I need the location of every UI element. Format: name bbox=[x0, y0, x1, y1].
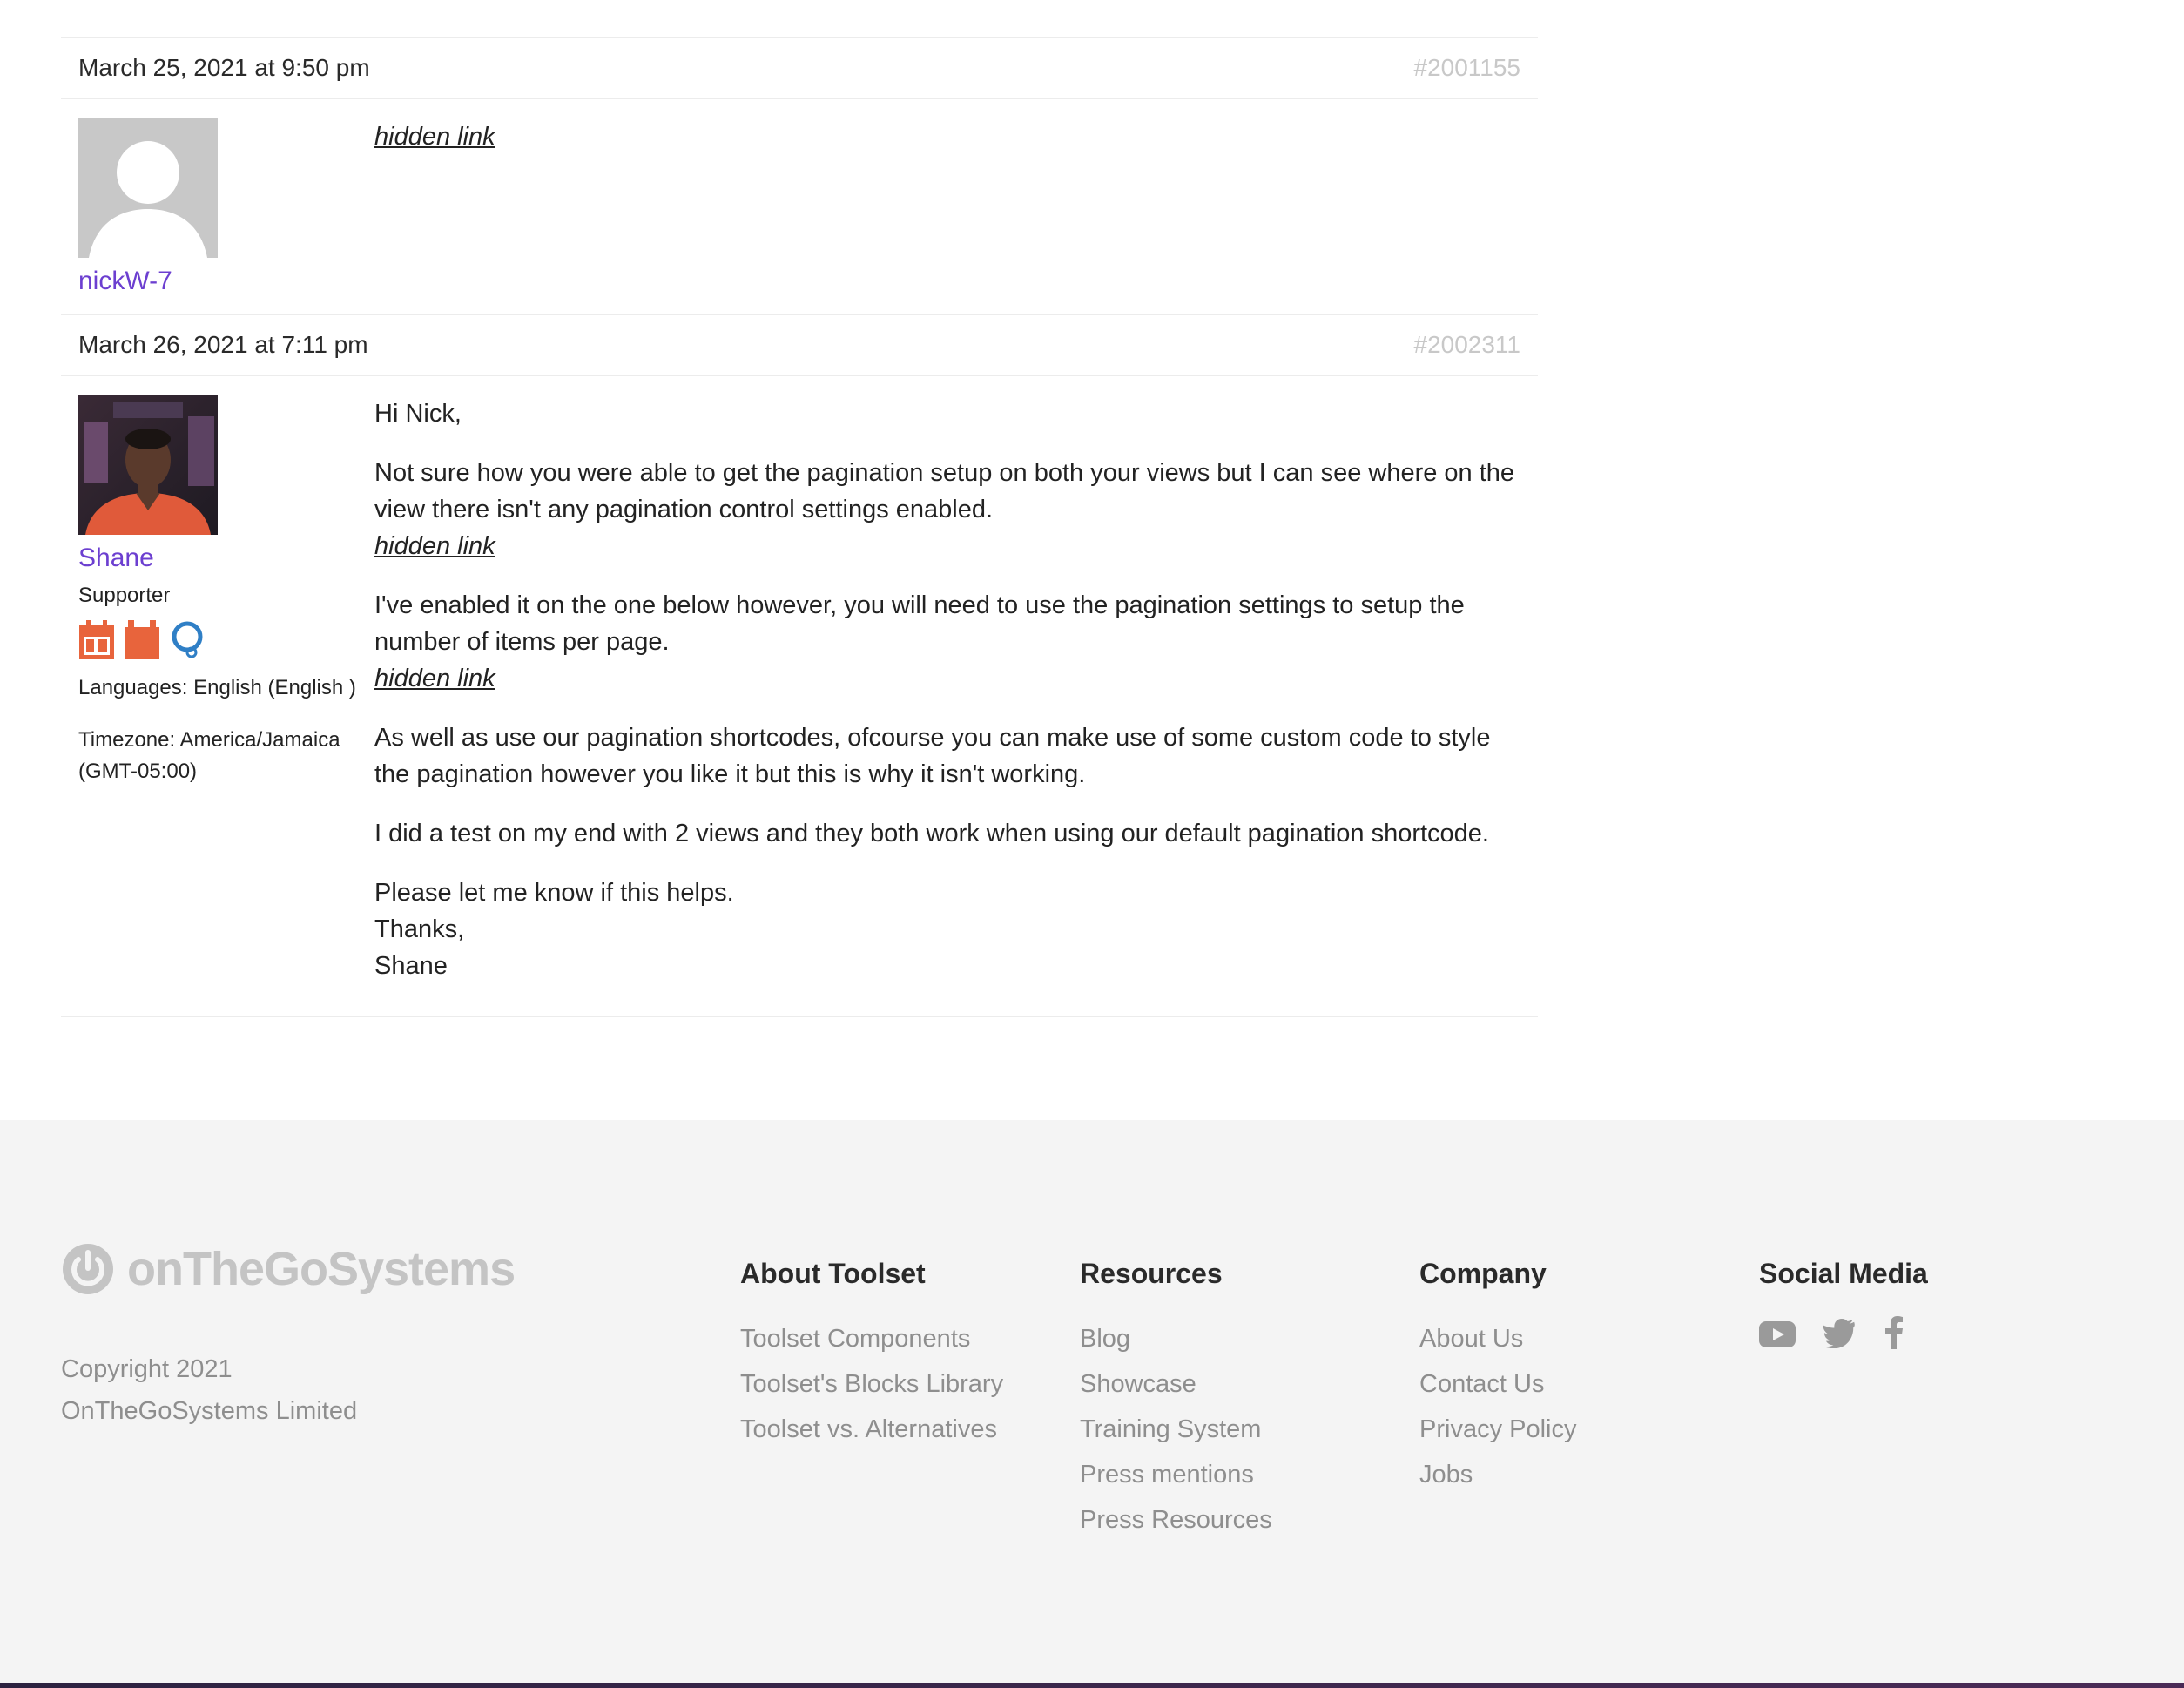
post-paragraph: Not sure how you were able to get the pa… bbox=[374, 455, 1520, 564]
post-paragraph: I've enabled it on the one below however… bbox=[374, 587, 1520, 697]
hidden-link[interactable]: hidden link bbox=[374, 665, 495, 692]
footer-link-blog[interactable]: Blog bbox=[1080, 1316, 1272, 1361]
site-footer: onTheGoSystems Copyright 2021 OnTheGoSys… bbox=[0, 1120, 2184, 1688]
footer-column-about: About Toolset Toolset Components Toolset… bbox=[740, 1258, 1003, 1452]
post-header: March 25, 2021 at 9:50 pm #2001155 bbox=[61, 37, 1538, 99]
post: March 25, 2021 at 9:50 pm #2001155 nickW… bbox=[61, 37, 1538, 314]
forum-thread: March 25, 2021 at 9:50 pm #2001155 nickW… bbox=[61, 37, 1538, 1017]
author-role: Supporter bbox=[78, 584, 171, 607]
post-paragraph: Hi Nick, bbox=[374, 395, 1520, 432]
post-body: nickW-7 hidden link bbox=[61, 99, 1538, 314]
author-languages: Languages: English (English ) bbox=[78, 676, 356, 699]
calendar-full-badge-icon bbox=[125, 620, 159, 659]
hidden-link[interactable]: hidden link bbox=[374, 532, 495, 560]
post-content: hidden link bbox=[374, 118, 1520, 296]
footer-link-contact-us[interactable]: Contact Us bbox=[1419, 1361, 1577, 1407]
post-date: March 26, 2021 at 7:11 pm bbox=[78, 331, 368, 358]
signoff-line: Thanks, bbox=[374, 915, 465, 943]
copyright: Copyright 2021 OnTheGoSystems Limited bbox=[61, 1348, 357, 1432]
footer-link-blocks-library[interactable]: Toolset's Blocks Library bbox=[740, 1361, 1003, 1407]
calendar-badge-icon bbox=[79, 620, 114, 659]
post-paragraph: I did a test on my end with 2 views and … bbox=[374, 815, 1520, 852]
post-content: Hi Nick, Not sure how you were able to g… bbox=[374, 395, 1520, 984]
post-date: March 25, 2021 at 9:50 pm bbox=[78, 54, 370, 81]
paragraph-text: I've enabled it on the one below however… bbox=[374, 591, 1465, 656]
youtube-icon[interactable] bbox=[1759, 1318, 1796, 1363]
post-paragraph: As well as use our pagination shortcodes… bbox=[374, 719, 1520, 793]
post-author: Shane Supporter Languages: English (Engl… bbox=[78, 395, 374, 984]
social-icons bbox=[1759, 1316, 1928, 1364]
copyright-company: OnTheGoSystems Limited bbox=[61, 1397, 358, 1425]
footer-link-toolset-components[interactable]: Toolset Components bbox=[740, 1316, 1003, 1361]
footer-column-social: Social Media bbox=[1759, 1258, 1928, 1364]
author-name-link[interactable]: nickW-7 bbox=[78, 267, 374, 296]
support-chat-badge-icon bbox=[172, 621, 203, 658]
hidden-link[interactable]: hidden link bbox=[374, 123, 495, 151]
twitter-icon[interactable] bbox=[1823, 1318, 1857, 1363]
post-permalink[interactable]: #2002311 bbox=[1414, 331, 1521, 359]
footer-link-jobs[interactable]: Jobs bbox=[1419, 1452, 1577, 1497]
footer-link-privacy-policy[interactable]: Privacy Policy bbox=[1419, 1407, 1577, 1452]
author-timezone: Timezone: America/Jamaica (GMT-05:00) bbox=[78, 728, 340, 783]
footer-link-press-resources[interactable]: Press Resources bbox=[1080, 1497, 1272, 1543]
footer-bottom-bar bbox=[0, 1683, 2184, 1688]
post-permalink[interactable]: #2001155 bbox=[1414, 54, 1521, 82]
footer-column-title: Resources bbox=[1080, 1258, 1223, 1289]
paragraph-text: Not sure how you were able to get the pa… bbox=[374, 459, 1515, 523]
footer-column-title: About Toolset bbox=[740, 1258, 926, 1289]
post-header: March 26, 2021 at 7:11 pm #2002311 bbox=[61, 314, 1538, 376]
post-paragraph: hidden link bbox=[374, 118, 1520, 155]
copyright-year: Copyright 2021 bbox=[61, 1355, 233, 1383]
footer-link-training-system[interactable]: Training System bbox=[1080, 1407, 1272, 1452]
page: March 25, 2021 at 9:50 pm #2001155 nickW… bbox=[0, 0, 2184, 1688]
brand-name: onTheGoSystems bbox=[127, 1243, 516, 1295]
footer-column-title: Company bbox=[1419, 1258, 1547, 1289]
author-name-link[interactable]: Shane bbox=[78, 544, 374, 573]
power-logo-icon bbox=[63, 1244, 113, 1294]
post-author: nickW-7 bbox=[78, 118, 374, 296]
signoff-line: Please let me know if this helps. bbox=[374, 879, 734, 907]
brand-logo-link[interactable]: onTheGoSystems bbox=[61, 1242, 516, 1296]
paragraph-text: Hi Nick, bbox=[374, 400, 462, 428]
footer-column-title: Social Media bbox=[1759, 1258, 1928, 1289]
post-signoff: Please let me know if this helps. Thanks… bbox=[374, 874, 1520, 984]
paragraph-text: I did a test on my end with 2 views and … bbox=[374, 820, 1489, 847]
footer-column-company: Company About Us Contact Us Privacy Poli… bbox=[1419, 1258, 1577, 1497]
facebook-icon[interactable] bbox=[1884, 1316, 1904, 1364]
footer-link-alternatives[interactable]: Toolset vs. Alternatives bbox=[740, 1407, 1003, 1452]
footer-link-press-mentions[interactable]: Press mentions bbox=[1080, 1452, 1272, 1497]
footer-link-about-us[interactable]: About Us bbox=[1419, 1316, 1577, 1361]
footer-column-resources: Resources Blog Showcase Training System … bbox=[1080, 1258, 1272, 1543]
supporter-avatar[interactable] bbox=[78, 395, 218, 535]
default-avatar[interactable] bbox=[78, 118, 218, 258]
signoff-line: Shane bbox=[374, 952, 448, 980]
post: March 26, 2021 at 7:11 pm #2002311 Shane… bbox=[61, 314, 1538, 1017]
author-badges bbox=[78, 620, 374, 660]
post-body: Shane Supporter Languages: English (Engl… bbox=[61, 376, 1538, 1016]
paragraph-text: As well as use our pagination shortcodes… bbox=[374, 724, 1491, 788]
footer-link-showcase[interactable]: Showcase bbox=[1080, 1361, 1272, 1407]
